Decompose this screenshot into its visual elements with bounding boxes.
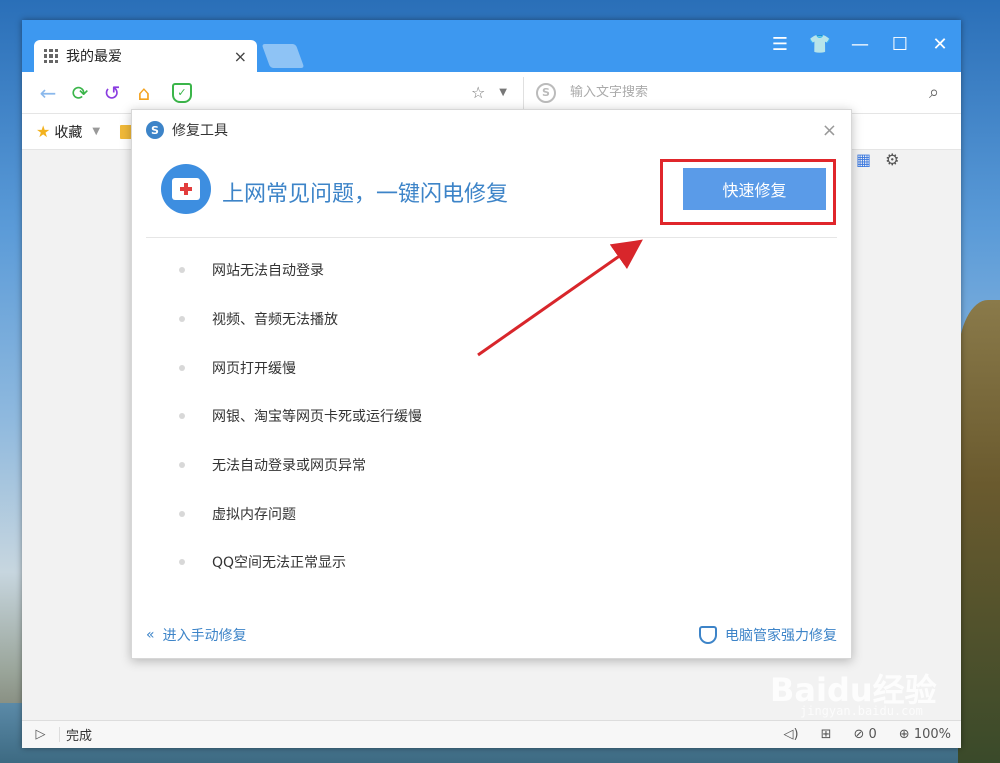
grid-icon [44, 49, 58, 63]
double-chevron-left-icon: « [146, 627, 155, 643]
shield-icon [699, 626, 717, 644]
timeline-dot [179, 413, 185, 420]
dialog-header: S 修复工具 × [132, 110, 851, 150]
timeline-dot [179, 316, 185, 323]
problem-text: 网站无法自动登录 [212, 263, 324, 280]
list-item: 视频、音频无法播放 [179, 295, 782, 344]
block-count: 0 [868, 727, 877, 742]
baidu-watermark-url: jingyan.baidu.com [800, 704, 923, 718]
status-text: 完成 [66, 729, 93, 744]
new-tab-button[interactable] [261, 44, 305, 68]
window-controls: ☰ 👕 — ☐ ✕ [767, 34, 953, 55]
timeline-dot [179, 267, 185, 274]
status-tools: ◁) ⊞ ⊘ 0 ⊕ 100% [784, 727, 962, 742]
manual-repair-link[interactable]: « 进入手动修复 [146, 625, 247, 645]
hero-heading: 上网常见问题，一键闪电修复 [222, 182, 509, 207]
medical-kit-icon [161, 164, 211, 214]
refresh-icon[interactable]: ⟳ [64, 81, 96, 105]
undo-icon[interactable]: ↺ [96, 81, 128, 105]
list-item: 无法自动登录或网页异常 [179, 441, 782, 490]
search-engine-logo[interactable]: S [536, 82, 556, 103]
dialog-title: 修复工具 [172, 123, 228, 139]
manual-repair-label: 进入手动修复 [162, 628, 247, 644]
home-icon[interactable]: ⌂ [128, 81, 160, 105]
browser-logo-icon: S [146, 121, 164, 139]
list-item: QQ空间无法正常显示 [179, 538, 782, 587]
dialog-close-icon[interactable]: × [822, 120, 837, 141]
tab-favorites[interactable]: 我的最爱 × [34, 40, 257, 72]
strong-repair-link[interactable]: 电脑管家强力修复 [699, 625, 837, 645]
problem-text: 网页打开缓慢 [212, 360, 296, 377]
dialog-footer: « 进入手动修复 电脑管家强力修复 [132, 612, 851, 658]
tab-title: 我的最爱 [66, 49, 122, 65]
title-bar: 我的最爱 × ☰ 👕 — ☐ ✕ [22, 20, 961, 72]
problem-text: QQ空间无法正常显示 [212, 555, 347, 572]
back-arrow-icon[interactable]: ← [32, 81, 64, 105]
problem-list: 网站无法自动登录 视频、音频无法播放 网页打开缓慢 网银、淘宝等网页卡死或运行缓… [179, 246, 782, 587]
favorites-label: 收藏 [54, 124, 83, 141]
sound-icon[interactable]: ◁) [784, 727, 799, 742]
search-box: S ⌕ [523, 76, 951, 109]
close-window-icon[interactable]: ✕ [927, 34, 953, 55]
zoom-control[interactable]: ⊕ 100% [899, 727, 951, 742]
problem-text: 无法自动登录或网页异常 [212, 458, 366, 475]
favorites-menu[interactable]: ★ 收藏 ▼ [36, 122, 100, 142]
address-actions: ☆ ▼ [471, 83, 507, 102]
list-item: 网银、淘宝等网页卡死或运行缓慢 [179, 392, 782, 441]
nav-bar: ← ⟳ ↺ ⌂ ✓ ☆ ▼ S ⌕ [22, 72, 961, 114]
list-item: 虚拟内存问题 [179, 489, 782, 538]
desktop-rock [958, 300, 1000, 763]
problem-text: 虚拟内存问题 [212, 506, 296, 523]
problem-text: 视频、音频无法播放 [212, 312, 338, 329]
screenshot-icon[interactable]: ⊞ [821, 727, 832, 742]
problem-text: 网银、淘宝等网页卡死或运行缓慢 [212, 409, 422, 426]
list-item: 网站无法自动登录 [179, 246, 782, 295]
menu-icon[interactable]: ☰ [767, 34, 793, 55]
status-bar: ▷ 完成 ◁) ⊞ ⊘ 0 ⊕ 100% [22, 720, 961, 748]
list-item: 网页打开缓慢 [179, 343, 782, 392]
security-shield-icon[interactable]: ✓ [172, 82, 192, 103]
quick-fix-button[interactable]: 快速修复 [683, 168, 826, 210]
timeline-dot [179, 559, 185, 566]
chevron-down-icon: ▼ [92, 126, 101, 137]
zoom-level: 100% [913, 727, 951, 742]
sidebar-toggle-icon[interactable]: ▷ [22, 727, 60, 742]
timeline-dot [179, 462, 185, 469]
block-counter[interactable]: ⊘ 0 [853, 727, 876, 742]
search-icon[interactable]: ⌕ [917, 82, 951, 103]
maximize-icon[interactable]: ☐ [887, 34, 913, 55]
minimize-icon[interactable]: — [847, 34, 873, 55]
timeline-dot [179, 364, 185, 371]
timeline-dot [179, 510, 185, 517]
chevron-down-icon[interactable]: ▼ [499, 87, 507, 98]
star-icon: ★ [36, 122, 51, 141]
tab-close-icon[interactable]: × [234, 47, 247, 66]
search-input[interactable] [570, 85, 917, 100]
settings-gear-icon[interactable]: ⚙ [885, 150, 899, 169]
skin-icon[interactable]: 👕 [807, 34, 833, 55]
bookmark-star-icon[interactable]: ☆ [471, 83, 485, 102]
strong-repair-label: 电脑管家强力修复 [725, 628, 837, 644]
tile-view-icon[interactable]: ▦ [856, 150, 871, 169]
